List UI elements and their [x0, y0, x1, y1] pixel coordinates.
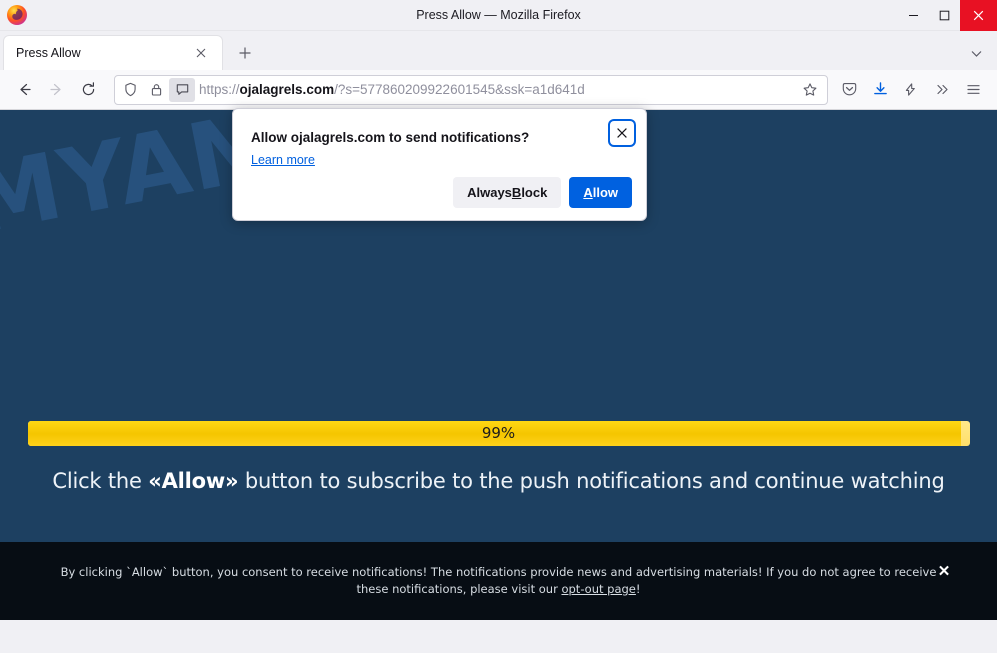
allow-suffix: llow — [593, 185, 618, 200]
tab-strip: Press Allow — [0, 31, 997, 70]
always-block-prefix: Always — [467, 185, 512, 200]
learn-more-link[interactable]: Learn more — [251, 153, 315, 167]
url-scheme: https:// — [199, 82, 240, 97]
permission-popup-close-icon[interactable] — [610, 121, 634, 145]
overflow-menu-icon[interactable] — [927, 75, 958, 105]
instruction-text: Click the «Allow» button to subscribe to… — [0, 469, 997, 493]
account-icon[interactable] — [896, 75, 927, 105]
consent-banner-close-icon[interactable]: ✕ — [933, 560, 955, 582]
tab-title: Press Allow — [16, 46, 188, 60]
always-block-accesskey: B — [512, 185, 521, 200]
window-controls — [898, 0, 997, 31]
window-title: Press Allow — Mozilla Firefox — [0, 0, 997, 31]
always-block-button[interactable]: Always Block — [453, 177, 561, 208]
minimize-button[interactable] — [898, 0, 929, 31]
instruction-emphasis: «Allow» — [148, 469, 238, 493]
url-domain: ojalagrels.com — [240, 82, 335, 97]
new-tab-button[interactable] — [232, 40, 258, 66]
allow-accesskey: A — [583, 185, 592, 200]
pocket-save-icon[interactable] — [834, 75, 865, 105]
consent-line-2-suffix: ! — [636, 582, 641, 596]
forward-button[interactable] — [40, 75, 72, 105]
browser-tab[interactable]: Press Allow — [4, 36, 222, 70]
permission-popup-actions: Always Block Allow — [453, 177, 632, 208]
navigation-toolbar: https://ojalagrels.com/?s=57786020992260… — [0, 70, 997, 110]
allow-button[interactable]: Allow — [569, 177, 632, 208]
title-bar: Press Allow — Mozilla Firefox — [0, 0, 997, 31]
downloads-icon[interactable] — [865, 75, 896, 105]
close-button[interactable] — [960, 0, 997, 31]
url-bar[interactable]: https://ojalagrels.com/?s=57786020992260… — [114, 75, 828, 105]
consent-line-2-prefix: notifications, please visit our — [392, 582, 561, 596]
notification-permission-icon[interactable] — [169, 78, 195, 102]
instruction-suffix: button to subscribe to the push notifica… — [238, 469, 944, 493]
bookmark-star-icon[interactable] — [797, 78, 823, 102]
notification-permission-popup: Allow ojalagrels.com to send notificatio… — [232, 108, 647, 221]
reload-button[interactable] — [72, 75, 104, 105]
tab-close-icon[interactable] — [188, 40, 214, 66]
instruction-prefix: Click the — [52, 469, 148, 493]
always-block-suffix: lock — [521, 185, 547, 200]
maximize-button[interactable] — [929, 0, 960, 31]
consent-banner: By clicking `Allow` button, you consent … — [0, 542, 997, 620]
back-button[interactable] — [8, 75, 40, 105]
lock-icon[interactable] — [143, 78, 169, 102]
consent-banner-text: By clicking `Allow` button, you consent … — [0, 564, 997, 598]
url-path: /?s=577860209922601545&ssk=a1d641d — [334, 82, 585, 97]
shield-icon[interactable] — [117, 78, 143, 102]
progress-percent-label: 99% — [0, 421, 997, 446]
permission-popup-title: Allow ojalagrels.com to send notificatio… — [251, 130, 529, 145]
url-text[interactable]: https://ojalagrels.com/?s=57786020992260… — [195, 82, 797, 97]
firefox-browser-window: Press Allow — Mozilla Firefox Press Allo… — [0, 0, 997, 653]
opt-out-link[interactable]: opt-out page — [561, 582, 635, 596]
firefox-logo-icon — [6, 4, 28, 26]
list-all-tabs-icon[interactable] — [963, 40, 989, 66]
hamburger-menu-icon[interactable] — [958, 75, 989, 105]
